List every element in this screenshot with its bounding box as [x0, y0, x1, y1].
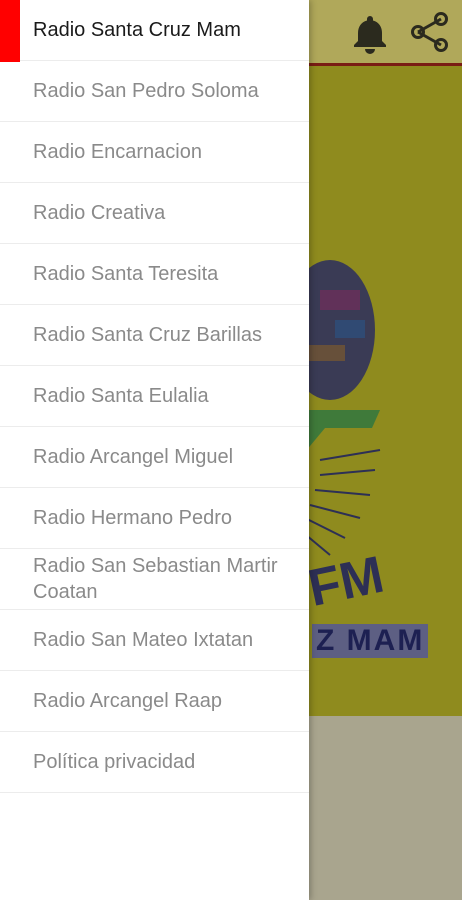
drawer-item-radio-santa-eulalia[interactable]: Radio Santa Eulalia	[0, 366, 309, 427]
drawer-item-label: Radio Arcangel Miguel	[33, 446, 234, 468]
drawer-item-label: Radio Creativa	[33, 202, 166, 224]
drawer-item-radio-san-sebastian-martir-coatan[interactable]: Radio San Sebastian Martir Coatan	[0, 549, 309, 610]
drawer-item-radio-santa-cruz-barillas[interactable]: Radio Santa Cruz Barillas	[0, 305, 309, 366]
drawer-item-radio-arcangel-miguel[interactable]: Radio Arcangel Miguel	[0, 427, 309, 488]
drawer-item-label: Radio Arcangel Raap	[33, 690, 223, 712]
drawer-item-radio-hermano-pedro[interactable]: Radio Hermano Pedro	[0, 488, 309, 549]
drawer-item-label: Radio San Pedro Soloma	[33, 80, 259, 102]
drawer-item-label: Radio Santa Teresita	[33, 263, 219, 285]
drawer-item-label: Radio Encarnacion	[33, 141, 202, 163]
drawer-item-label: Radio Santa Cruz Barillas	[33, 324, 262, 346]
drawer-item-radio-san-pedro-soloma[interactable]: Radio San Pedro Soloma	[0, 61, 309, 122]
active-indicator	[0, 0, 20, 62]
drawer-item-label: Radio Santa Eulalia	[33, 385, 209, 407]
drawer-item-radio-san-mateo-ixtatan[interactable]: Radio San Mateo Ixtatan	[0, 610, 309, 671]
drawer-item-privacy-policy[interactable]: Política privacidad	[0, 732, 309, 793]
drawer-item-radio-encarnacion[interactable]: Radio Encarnacion	[0, 122, 309, 183]
drawer-item-label: Radio Santa Cruz Mam	[33, 19, 241, 41]
drawer-item-radio-arcangel-raap[interactable]: Radio Arcangel Raap	[0, 671, 309, 732]
drawer-item-radio-creativa[interactable]: Radio Creativa	[0, 183, 309, 244]
drawer-item-label: Radio San Mateo Ixtatan	[33, 629, 254, 651]
station-list: Radio Santa Cruz Mam Radio San Pedro Sol…	[0, 0, 309, 793]
navigation-drawer: Radio Santa Cruz Mam Radio San Pedro Sol…	[0, 0, 309, 900]
drawer-item-radio-santa-teresita[interactable]: Radio Santa Teresita	[0, 244, 309, 305]
drawer-item-label: Política privacidad	[33, 751, 196, 773]
drawer-item-radio-santa-cruz-mam[interactable]: Radio Santa Cruz Mam	[0, 0, 309, 62]
drawer-item-label: Radio Hermano Pedro	[33, 507, 232, 529]
drawer-item-label: Radio San Sebastian Martir Coatan	[33, 555, 278, 603]
